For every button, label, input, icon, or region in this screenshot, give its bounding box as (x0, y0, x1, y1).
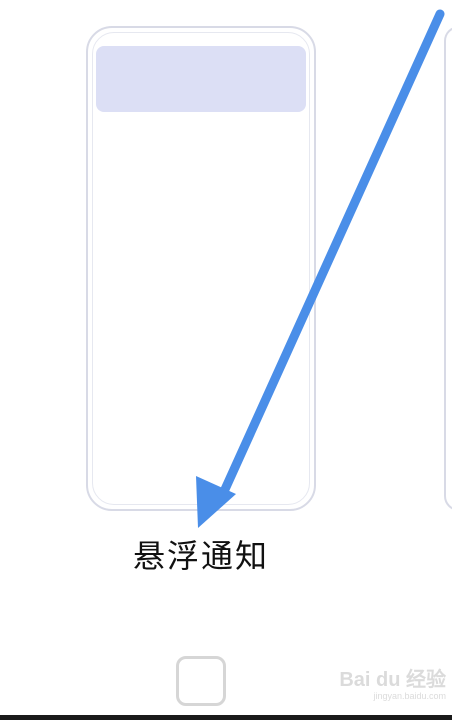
option-label[interactable]: 悬浮通知 (86, 534, 316, 578)
watermark-brand: Bai du 经验 (339, 669, 446, 691)
watermark-url: jingyan.baidu.com (373, 691, 446, 701)
home-button-icon[interactable] (176, 656, 226, 706)
watermark: Bai du 经验 jingyan.baidu.com (339, 670, 446, 702)
next-option-preview[interactable] (444, 26, 452, 511)
floating-notification-banner (96, 46, 306, 112)
bottom-edge-bar (0, 715, 452, 720)
floating-notification-preview[interactable] (86, 26, 316, 511)
